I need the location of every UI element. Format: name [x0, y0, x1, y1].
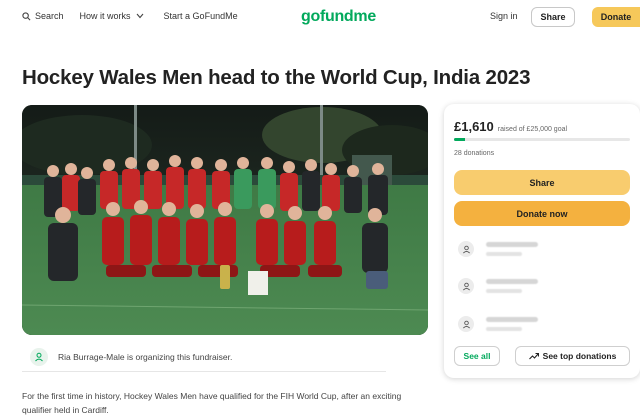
- person-icon: [30, 347, 48, 366]
- team-photo-image: [22, 105, 428, 335]
- search-icon: [22, 11, 31, 20]
- person-icon: [458, 278, 474, 294]
- gofundme-logo[interactable]: gofundme: [301, 8, 376, 26]
- blurred-name: [486, 279, 538, 284]
- raised-summary: £1,610 raised of £25,000 goal: [454, 119, 567, 134]
- header-donate-button[interactable]: Donate: [592, 7, 640, 27]
- campaign-title: Hockey Wales Men head to the World Cup, …: [22, 66, 531, 89]
- start-label: Start a GoFundMe: [163, 11, 238, 21]
- blurred-name: [486, 242, 538, 247]
- raised-goal: raised of £25,000 goal: [497, 126, 568, 133]
- trending-up-icon: [528, 352, 539, 360]
- top-header: Search How it works Start a GoFundMe gof…: [0, 0, 640, 36]
- blurred-amount: [486, 327, 522, 331]
- person-icon: [458, 241, 474, 257]
- see-all-button[interactable]: See all: [454, 346, 500, 366]
- how-it-works-menu[interactable]: How it works: [80, 11, 148, 21]
- progress-fill: [454, 138, 466, 141]
- raised-amount: £1,610: [454, 119, 494, 134]
- see-top-label: See top donations: [542, 351, 617, 361]
- blurred-donor-details: [486, 276, 538, 293]
- blurred-amount: [486, 289, 522, 293]
- nav-left: Search How it works Start a GoFundMe: [22, 11, 254, 21]
- chevron-down-icon: [136, 13, 143, 19]
- donation-sidebar: £1,610 raised of £25,000 goal 28 donatio…: [444, 104, 640, 378]
- progress-bar: [454, 138, 630, 141]
- how-it-works-label: How it works: [79, 11, 131, 21]
- campaign-description: For the first time in history, Hockey Wa…: [22, 391, 402, 415]
- donation-item: [454, 239, 630, 261]
- blurred-donor-details: [486, 239, 538, 256]
- donation-item: [454, 276, 630, 298]
- campaign-photo[interactable]: [22, 105, 428, 335]
- donation-item: [454, 314, 630, 336]
- share-button[interactable]: Share: [454, 170, 630, 195]
- blurred-amount: [486, 252, 522, 256]
- organizer-text: Ria Burrage-Male is organizing this fund…: [58, 351, 233, 362]
- blurred-donor-details: [486, 314, 538, 331]
- organizer-row[interactable]: Ria Burrage-Male is organizing this fund…: [22, 342, 386, 372]
- blurred-name: [486, 317, 538, 322]
- person-icon: [458, 316, 474, 332]
- see-top-donations-button[interactable]: See top donations: [515, 346, 630, 366]
- search-label: Search: [35, 11, 64, 21]
- header-share-button[interactable]: Share: [531, 7, 575, 27]
- sign-in-link[interactable]: Sign in: [490, 11, 518, 21]
- donations-count: 28 donations: [454, 150, 495, 157]
- start-gofundme-link[interactable]: Start a GoFundMe: [164, 11, 238, 21]
- search-link[interactable]: Search: [22, 11, 64, 21]
- donate-now-button[interactable]: Donate now: [454, 201, 630, 226]
